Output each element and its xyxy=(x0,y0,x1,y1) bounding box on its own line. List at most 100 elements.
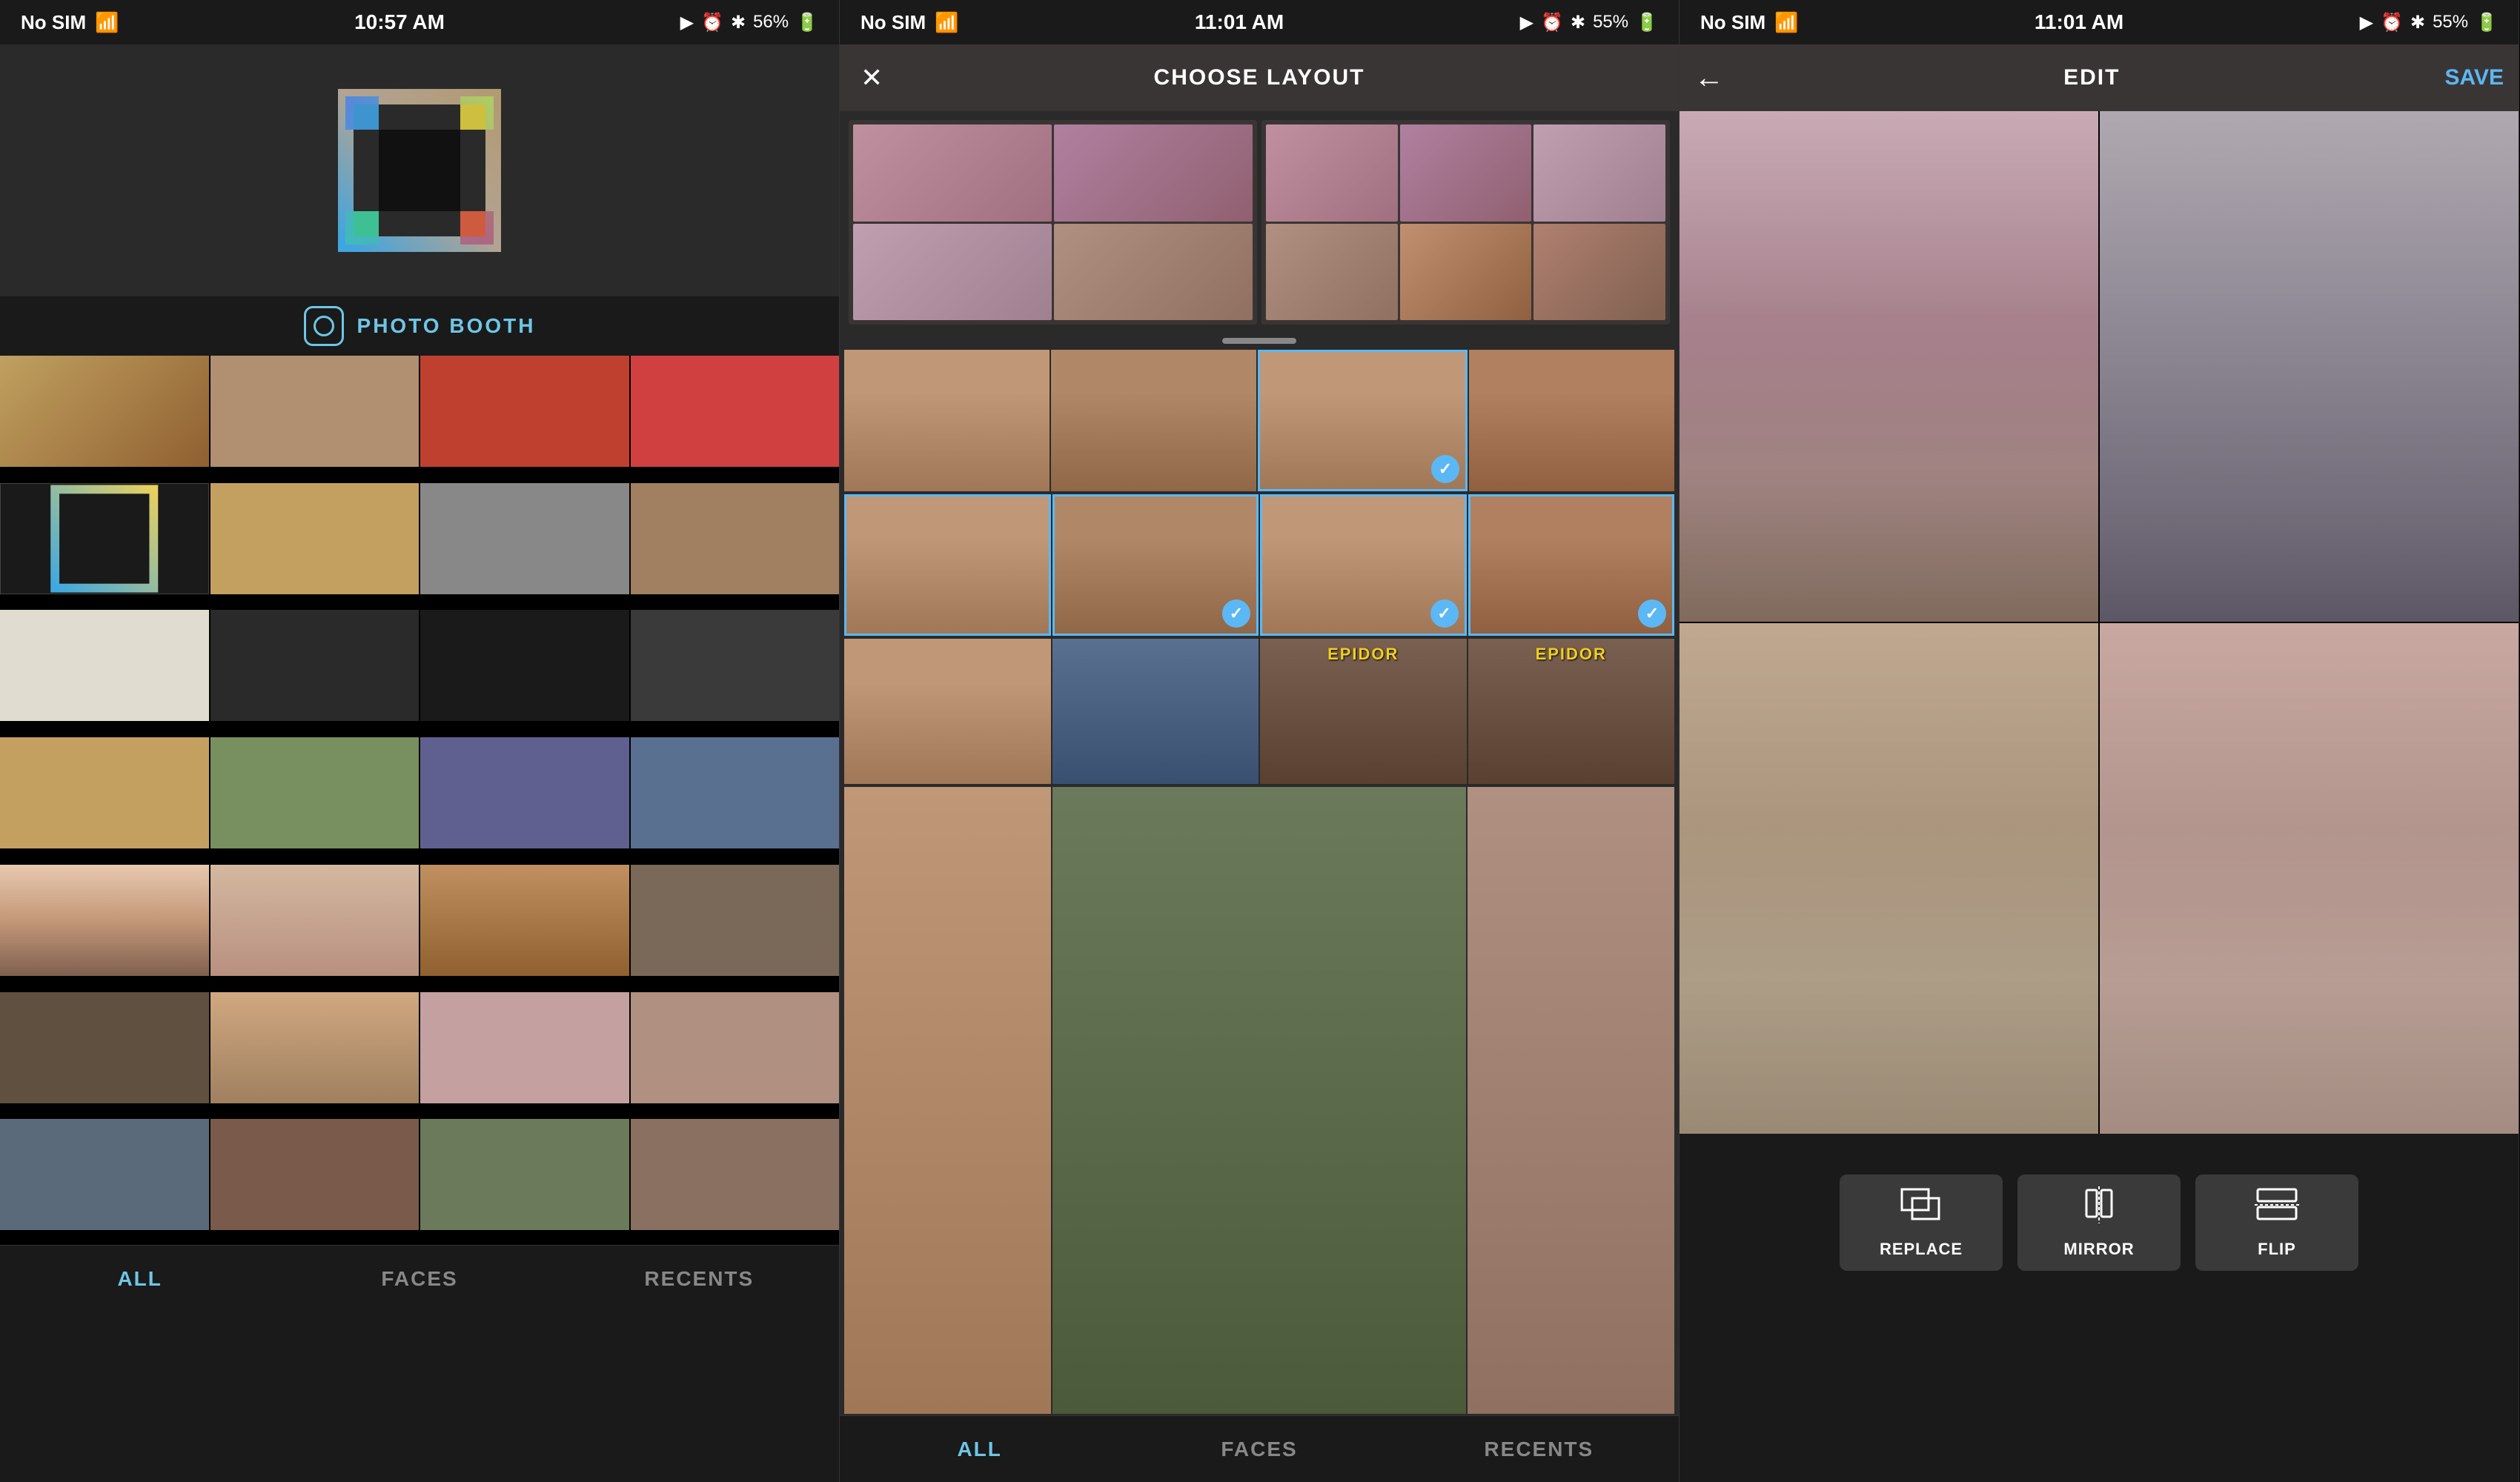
photo-select-5[interactable] xyxy=(844,494,1051,636)
photo-cell[interactable] xyxy=(631,483,840,594)
photo-cell[interactable] xyxy=(210,610,420,721)
photo-cell[interactable] xyxy=(210,483,420,594)
photo-cell[interactable] xyxy=(210,356,420,467)
photo-cell-woman1[interactable] xyxy=(0,865,209,976)
clock-icon-3: ⏰ xyxy=(2381,12,2403,33)
wifi-icon-3: 📶 xyxy=(1774,11,1798,34)
flip-icon xyxy=(2255,1186,2299,1231)
edit-photo-tl[interactable] xyxy=(1680,111,2098,622)
photo-cell[interactable] xyxy=(631,610,840,721)
clock-icon-1: ⏰ xyxy=(701,12,723,33)
screen-3-edit: No SIM 📶 11:01 AM ▶ ⏰ ✱ 55% 🔋 ← EDIT SAV… xyxy=(1680,0,2519,1482)
edit-navbar: ← EDIT SAVE xyxy=(1680,44,2519,111)
layout-option-2[interactable] xyxy=(1261,120,1670,325)
edit-canvas xyxy=(1680,111,2519,1134)
replace-button[interactable]: REPLACE xyxy=(1840,1174,2003,1271)
time-2: 11:01 AM xyxy=(1195,10,1284,34)
photo-cell[interactable] xyxy=(631,737,840,848)
photo-cell[interactable] xyxy=(631,865,840,976)
tab-faces-2[interactable]: FACES xyxy=(1119,1416,1399,1482)
photo-cell[interactable] xyxy=(631,356,840,467)
photo-cell[interactable] xyxy=(0,1119,209,1230)
time-3: 11:01 AM xyxy=(2035,10,2123,34)
photo-cell[interactable] xyxy=(631,992,840,1103)
photo-cell[interactable] xyxy=(0,610,209,721)
photo-cell-dog[interactable] xyxy=(420,865,629,976)
photo-cell[interactable] xyxy=(631,1119,840,1230)
wifi-icon-2: 📶 xyxy=(935,11,958,34)
battery-icon-1: 🔋 xyxy=(796,12,818,33)
mirror-label: MIRROR xyxy=(2063,1240,2134,1259)
status-left-2: No SIM 📶 xyxy=(861,11,958,34)
edit-tools-panel: REPLACE MIRROR xyxy=(1680,1134,2519,1312)
photo-cell[interactable] xyxy=(420,737,629,848)
no-sim-label-3: No SIM xyxy=(1700,11,1765,34)
layout-option-1[interactable] xyxy=(849,120,1257,325)
choose-layout-title: CHOOSE LAYOUT xyxy=(1154,65,1365,90)
photo-cell[interactable] xyxy=(420,610,629,721)
photo-cell[interactable] xyxy=(420,992,629,1103)
photo-select-1[interactable] xyxy=(844,350,1050,491)
photo-cell[interactable] xyxy=(210,1119,420,1230)
back-button[interactable]: ← xyxy=(1694,62,1724,95)
bluetooth-icon-2: ✱ xyxy=(1571,12,1585,33)
battery-percent-1: 56% xyxy=(753,12,789,33)
mirror-button[interactable]: MIRROR xyxy=(2017,1174,2181,1271)
tab-recents-2[interactable]: RECENTS xyxy=(1399,1416,1679,1482)
photo-cell[interactable] xyxy=(210,992,420,1103)
edit-photo-bl[interactable] xyxy=(1680,623,2098,1134)
photo-select-4[interactable] xyxy=(1469,350,1674,491)
location-icon-3: ▶ xyxy=(2360,12,2373,33)
photo-select-10[interactable] xyxy=(844,787,1051,1414)
photo-cell[interactable] xyxy=(0,356,209,467)
photo-select-plane[interactable] xyxy=(1052,639,1259,784)
flip-button[interactable]: FLIP xyxy=(2195,1174,2358,1271)
tab-all-2[interactable]: ALL xyxy=(840,1416,1119,1482)
tools-row: REPLACE MIRROR xyxy=(1840,1174,2358,1271)
photo-select-epidor2[interactable]: EPIDOR xyxy=(1468,639,1675,784)
photo-cell[interactable] xyxy=(0,992,209,1103)
time-1: 10:57 AM xyxy=(354,10,445,34)
photo-select-6-selected[interactable]: ✓ xyxy=(1052,494,1259,636)
logo-area xyxy=(0,44,839,296)
tab-bar-2: ALL FACES RECENTS xyxy=(840,1415,1679,1482)
photo-select-9[interactable] xyxy=(844,639,1051,784)
photo-cell[interactable] xyxy=(420,1119,629,1230)
edit-title: EDIT xyxy=(1739,65,2445,90)
tab-all-1[interactable]: ALL xyxy=(0,1246,279,1312)
photo-cell[interactable] xyxy=(210,737,420,848)
location-icon-1: ▶ xyxy=(680,12,694,33)
battery-percent-2: 55% xyxy=(1593,12,1628,33)
screen-1-photo-booth: No SIM 📶 10:57 AM ▶ ⏰ ✱ 56% 🔋 xyxy=(0,0,840,1482)
photo-select-8-selected[interactable]: ✓ xyxy=(1468,494,1675,636)
photo-select-12[interactable] xyxy=(1468,787,1674,1414)
status-right-2: ▶ ⏰ ✱ 55% 🔋 xyxy=(1520,12,1658,33)
photo-cell[interactable] xyxy=(420,356,629,467)
photo-cell-logo[interactable] xyxy=(0,483,209,594)
save-button[interactable]: SAVE xyxy=(2445,65,2504,90)
photo-select-11[interactable] xyxy=(1052,787,1466,1414)
tab-faces-1[interactable]: FACES xyxy=(279,1246,559,1312)
tab-bar-1: ALL FACES RECENTS xyxy=(0,1245,839,1312)
photo-cell[interactable] xyxy=(420,483,629,594)
epidor-label-2: EPIDOR xyxy=(1536,645,1607,664)
photo-selection-area: ✓ ✓ ✓ ✓ EPIDOR EPIDOR xyxy=(840,348,1679,1415)
tab-recents-1[interactable]: RECENTS xyxy=(560,1246,839,1312)
photo-cell[interactable] xyxy=(0,737,209,848)
edit-photo-tr[interactable] xyxy=(2100,111,2519,622)
photo-select-epidor1[interactable]: EPIDOR xyxy=(1260,639,1467,784)
replace-icon xyxy=(1899,1186,1943,1231)
status-left-1: No SIM 📶 xyxy=(21,11,119,34)
photo-cell-woman2[interactable] xyxy=(210,865,420,976)
photo-booth-icon xyxy=(304,306,344,346)
flip-label: FLIP xyxy=(2258,1240,2296,1259)
mirror-icon xyxy=(2080,1186,2118,1231)
location-icon-2: ▶ xyxy=(1520,12,1533,33)
photo-select-2[interactable] xyxy=(1051,350,1256,491)
photo-select-3-selected[interactable]: ✓ xyxy=(1258,350,1468,491)
photo-booth-text: PHOTO BOOTH xyxy=(357,314,536,338)
photo-select-7-selected[interactable]: ✓ xyxy=(1260,494,1467,636)
close-button[interactable]: ✕ xyxy=(861,62,883,93)
edit-photo-br[interactable] xyxy=(2100,623,2519,1134)
bluetooth-icon-1: ✱ xyxy=(731,12,746,33)
